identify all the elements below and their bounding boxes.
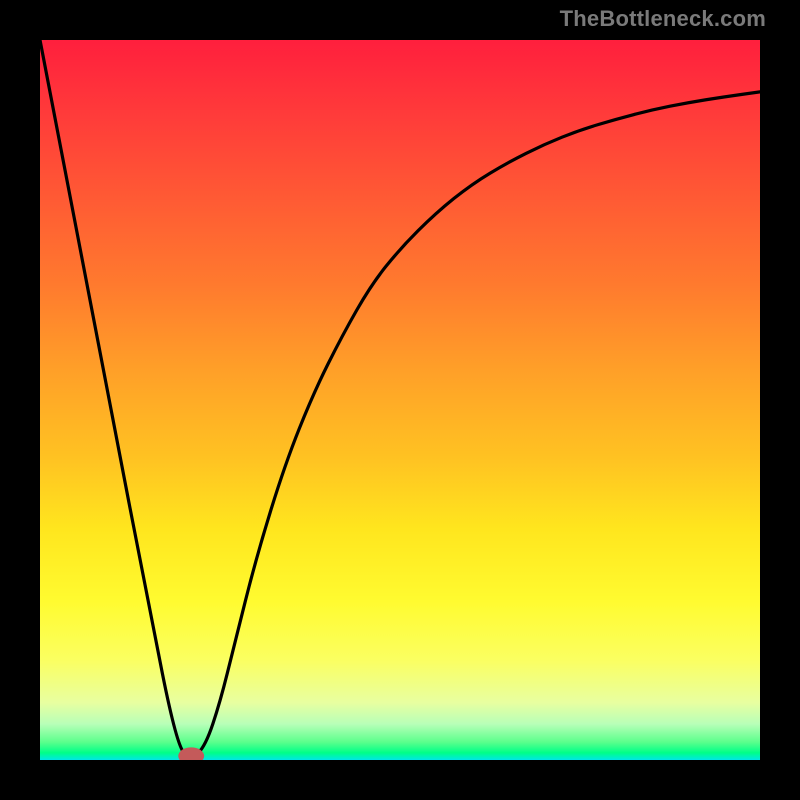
- watermark-label: TheBottleneck.com: [560, 6, 766, 32]
- bottleneck-curve-svg: [40, 40, 760, 760]
- chart-frame: TheBottleneck.com: [0, 0, 800, 800]
- bottleneck-curve: [40, 40, 760, 756]
- bottleneck-marker: [178, 747, 204, 760]
- plot-area: [40, 40, 760, 760]
